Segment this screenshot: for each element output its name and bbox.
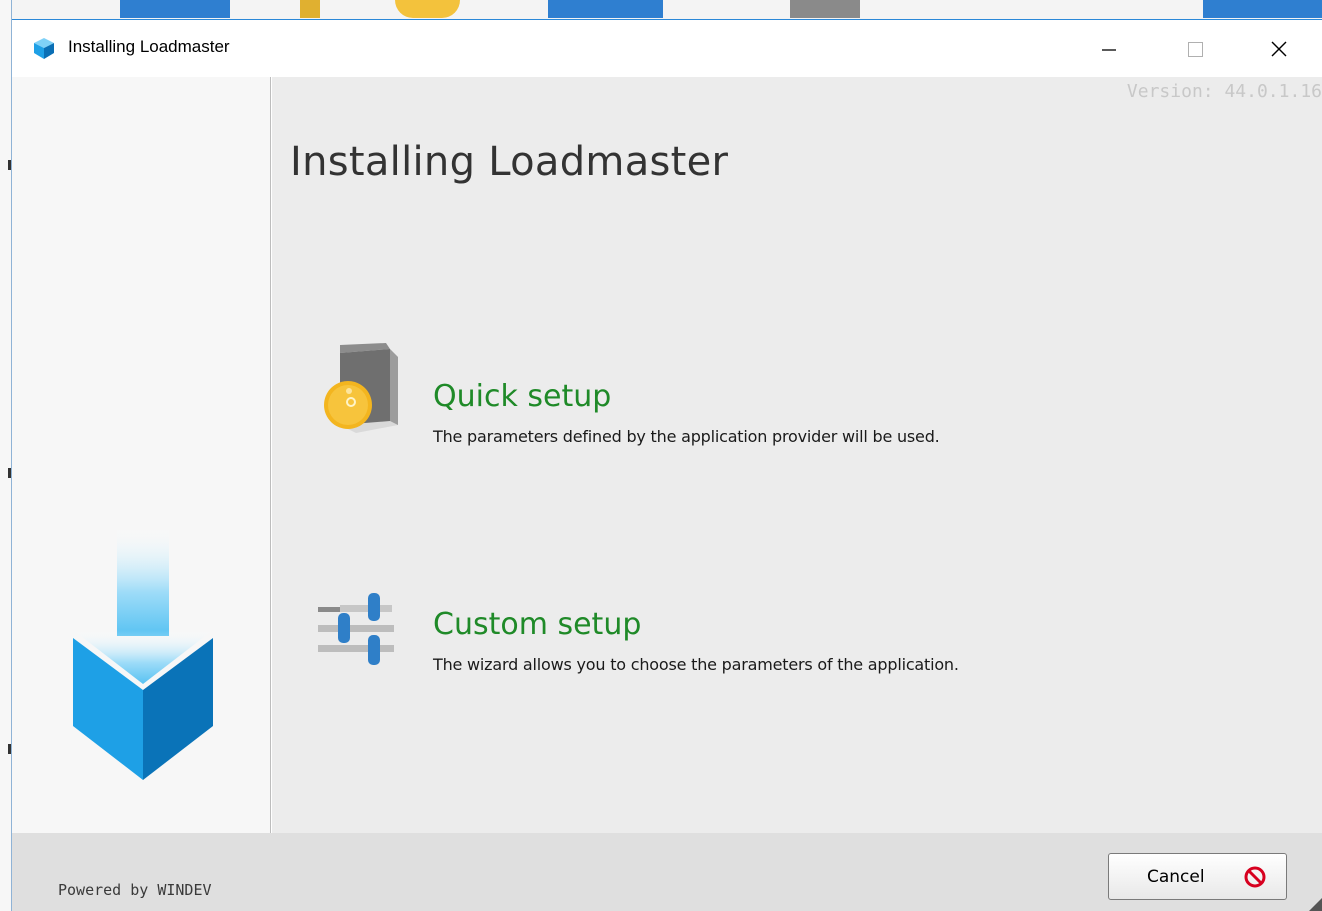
desktop-tile [120, 0, 230, 18]
edge-mark [8, 160, 11, 170]
minimize-icon [1102, 48, 1116, 51]
edge-mark [8, 744, 11, 754]
quick-setup-title[interactable]: Quick setup [433, 379, 611, 414]
powered-by-label: Powered by WINDEV [58, 881, 212, 899]
custom-setup-description: The wizard allows you to choose the para… [433, 655, 959, 674]
side-panel [12, 77, 271, 833]
close-icon [1271, 41, 1287, 56]
desktop-tile [395, 0, 460, 18]
maximize-icon [1188, 41, 1203, 57]
cancel-button-label: Cancel [1147, 867, 1205, 887]
quick-setup-description: The parameters defined by the applicatio… [433, 427, 940, 446]
desktop-tile [1203, 0, 1322, 18]
app-cube-icon [34, 38, 54, 59]
main-content: Version: 44.0.1.16 Installing Loadmaster… [272, 77, 1322, 833]
cancel-button[interactable]: Cancel [1108, 853, 1287, 900]
installer-window: Installing Loadmaster Version: 44.0.1.16… [12, 19, 1322, 911]
cancel-icon [1244, 866, 1266, 888]
desktop-tile [300, 0, 320, 18]
package-disc-icon [324, 343, 398, 433]
desktop-tile [790, 0, 860, 18]
download-box-icon [73, 526, 213, 780]
quick-setup-option[interactable]: Quick setup The parameters defined by th… [312, 339, 1212, 449]
window-title: Installing Loadmaster [68, 37, 230, 56]
sliders-icon [318, 593, 394, 665]
custom-setup-option[interactable]: Custom setup The wizard allows you to ch… [312, 587, 1212, 697]
maximize-button[interactable] [1152, 20, 1238, 77]
close-button[interactable] [1236, 20, 1322, 77]
title-bar[interactable]: Installing Loadmaster [12, 20, 1322, 77]
minimize-button[interactable] [1066, 20, 1152, 77]
custom-setup-title[interactable]: Custom setup [433, 607, 641, 642]
desktop-edge [0, 0, 12, 911]
desktop-background [0, 0, 1322, 20]
edge-mark [8, 468, 11, 478]
desktop-tile [548, 0, 663, 18]
page-title: Installing Loadmaster [290, 139, 729, 185]
resize-grip-icon[interactable] [1306, 896, 1322, 911]
version-label: Version: 44.0.1.16 [1126, 81, 1322, 102]
footer-bar: Powered by WINDEV Cancel [12, 833, 1322, 911]
